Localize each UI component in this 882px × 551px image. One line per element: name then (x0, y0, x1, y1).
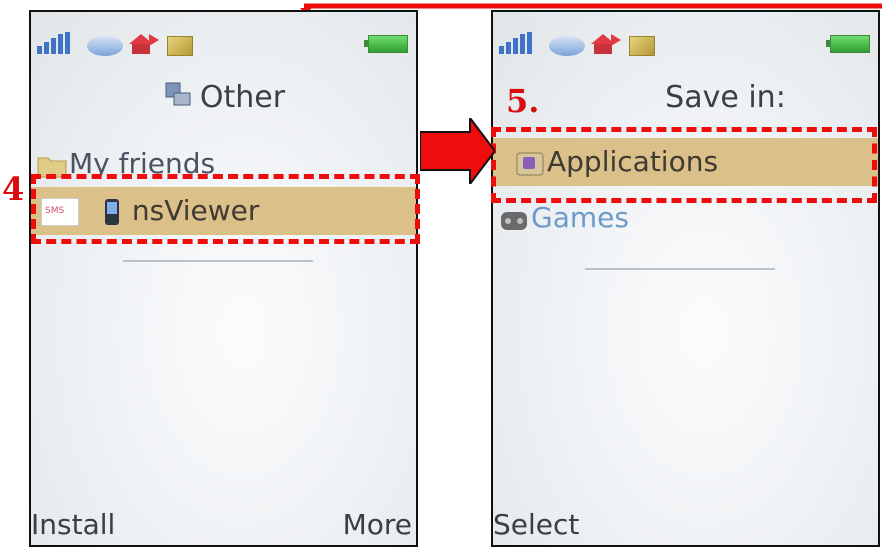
list-item-label: Games (531, 201, 629, 234)
callout-step-4: 4 (2, 170, 25, 208)
status-bar (499, 26, 870, 56)
softkey-select[interactable]: Select (493, 508, 579, 541)
home-icon (591, 34, 621, 54)
callout-step-5: 5. (506, 82, 540, 120)
phone-screen-other: Other My friends SMS nsViewer Install Mo… (29, 10, 418, 547)
message-icon (167, 36, 193, 56)
callout-box-applications (491, 127, 877, 203)
signal-icon (499, 32, 539, 54)
screen-title: Save in: (573, 80, 878, 115)
message-icon (629, 36, 655, 56)
signal-icon (37, 32, 77, 54)
list-end-divider (585, 268, 775, 270)
list-end-divider (123, 260, 313, 262)
folder-other-icon (165, 82, 191, 106)
callout-box-nsviewer (31, 174, 420, 244)
battery-icon (826, 35, 870, 53)
status-bar (37, 26, 408, 56)
battery-icon (364, 35, 408, 53)
softkey-more[interactable]: More (343, 508, 412, 541)
title-text: Other (199, 80, 286, 115)
title-text: Save in: (665, 80, 786, 115)
cloud-icon (87, 36, 123, 56)
softkey-install[interactable]: Install (31, 508, 115, 541)
phone-screen-save-in: Save in: Applications Games Select (491, 10, 880, 547)
arrow-right-icon (420, 118, 495, 184)
cloud-icon (549, 36, 585, 56)
screen-title: Other (31, 80, 416, 115)
games-folder-icon (501, 212, 527, 230)
home-icon (129, 34, 159, 54)
